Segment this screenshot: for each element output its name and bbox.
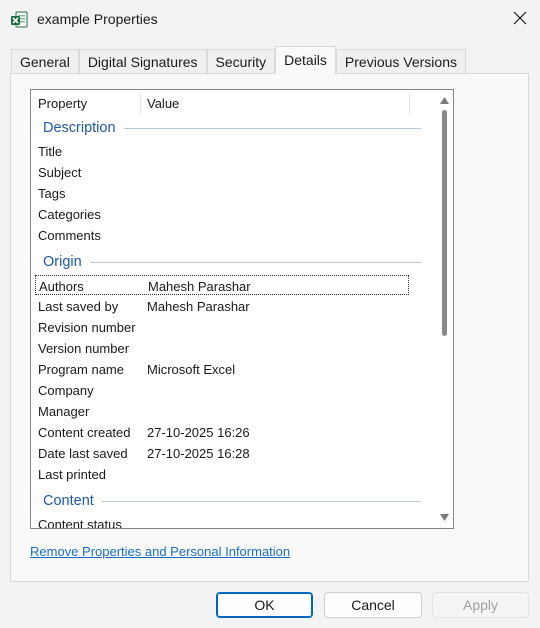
remove-properties-link[interactable]: Remove Properties and Personal Informati… bbox=[30, 544, 290, 559]
group-label: Description bbox=[43, 120, 116, 136]
property-value: Microsoft Excel bbox=[147, 362, 236, 377]
title-bar: example Properties bbox=[0, 0, 540, 40]
list-row[interactable]: Title bbox=[35, 141, 409, 161]
group-divider bbox=[123, 127, 421, 129]
ok-button[interactable]: OK bbox=[216, 592, 313, 618]
tab-digital-signatures[interactable]: Digital Signatures bbox=[78, 49, 207, 74]
excel-file-icon bbox=[10, 11, 28, 29]
property-name: Company bbox=[38, 383, 94, 398]
property-name: Categories bbox=[38, 207, 101, 222]
property-name: Last printed bbox=[38, 467, 106, 482]
list-row[interactable]: Version number bbox=[35, 338, 409, 358]
column-divider[interactable] bbox=[409, 92, 410, 114]
property-name: Tags bbox=[38, 186, 66, 201]
property-name: Program name bbox=[38, 362, 124, 377]
property-value: 27-10-2025 16:28 bbox=[147, 446, 250, 461]
group-header-description[interactable]: Description bbox=[43, 118, 421, 138]
group-divider bbox=[89, 261, 421, 263]
properties-dialog: example Properties General Digital Signa… bbox=[0, 0, 540, 628]
scrollbar-thumb[interactable] bbox=[442, 110, 447, 336]
list-row[interactable]: Date last saved 27-10-2025 16:28 bbox=[35, 443, 409, 463]
list-row[interactable]: Program name Microsoft Excel bbox=[35, 359, 409, 379]
property-name: Version number bbox=[38, 341, 130, 356]
property-value: 27-10-2025 16:26 bbox=[147, 425, 250, 440]
property-name: Date last saved bbox=[38, 446, 128, 461]
details-list[interactable]: Property Value Description Title Subject… bbox=[30, 89, 454, 529]
property-name: Subject bbox=[38, 165, 82, 180]
tab-security[interactable]: Security bbox=[206, 49, 276, 74]
column-header-property[interactable]: Property bbox=[38, 96, 87, 111]
scroll-down-icon[interactable] bbox=[439, 512, 450, 523]
property-name: Manager bbox=[38, 404, 90, 419]
list-row[interactable]: Content status bbox=[35, 514, 409, 529]
list-row[interactable]: Company bbox=[35, 380, 409, 400]
tab-general[interactable]: General bbox=[11, 49, 79, 74]
group-label: Origin bbox=[43, 254, 82, 270]
details-panel: Property Value Description Title Subject… bbox=[10, 73, 529, 582]
tab-previous-versions[interactable]: Previous Versions bbox=[335, 49, 466, 74]
property-name: Last saved by bbox=[38, 299, 119, 314]
property-value: Mahesh Parashar bbox=[147, 299, 250, 314]
vertical-scrollbar[interactable] bbox=[436, 90, 453, 528]
list-row[interactable]: Last saved by Mahesh Parashar bbox=[35, 296, 409, 316]
window-title: example Properties bbox=[37, 11, 158, 27]
group-header-content[interactable]: Content bbox=[43, 491, 421, 511]
list-row-selected[interactable]: Authors Mahesh Parashar bbox=[35, 275, 409, 295]
list-header: Property Value bbox=[31, 90, 431, 118]
list-row[interactable]: Manager bbox=[35, 401, 409, 421]
property-name: Authors bbox=[39, 279, 84, 294]
list-row[interactable]: Categories bbox=[35, 204, 409, 224]
list-row[interactable]: Tags bbox=[35, 183, 409, 203]
property-name: Title bbox=[38, 144, 63, 159]
group-header-origin[interactable]: Origin bbox=[43, 252, 421, 272]
cancel-button[interactable]: Cancel bbox=[324, 592, 422, 618]
list-row[interactable]: Subject bbox=[35, 162, 409, 182]
group-divider bbox=[101, 500, 421, 502]
group-label: Content bbox=[43, 493, 94, 509]
list-row[interactable]: Revision number bbox=[35, 317, 409, 337]
close-icon bbox=[513, 11, 527, 28]
tab-strip: General Digital Signatures Security Deta… bbox=[11, 46, 466, 74]
list-row[interactable]: Comments bbox=[35, 225, 409, 245]
property-name: Comments bbox=[38, 228, 101, 243]
property-name: Content created bbox=[38, 425, 131, 440]
column-header-value[interactable]: Value bbox=[147, 96, 179, 111]
tab-details[interactable]: Details bbox=[275, 46, 336, 74]
close-button[interactable] bbox=[500, 0, 540, 38]
property-name: Content status bbox=[38, 517, 122, 529]
column-divider[interactable] bbox=[140, 92, 141, 114]
scroll-up-icon[interactable] bbox=[439, 95, 450, 106]
property-name: Revision number bbox=[38, 320, 136, 335]
property-value: Mahesh Parashar bbox=[148, 279, 251, 294]
list-row[interactable]: Last printed bbox=[35, 464, 409, 484]
apply-button[interactable]: Apply bbox=[432, 592, 529, 618]
list-row[interactable]: Content created 27-10-2025 16:26 bbox=[35, 422, 409, 442]
